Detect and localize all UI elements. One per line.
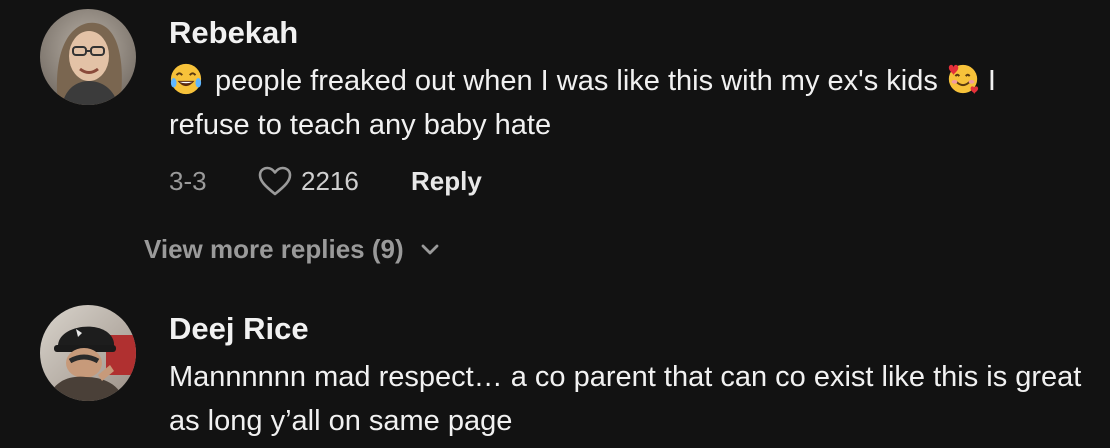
view-more-replies-button[interactable]: View more replies (9) [144, 234, 440, 265]
reply-button[interactable]: Reply [411, 166, 482, 197]
smiling-face-with-hearts-emoji [948, 64, 978, 95]
chevron-down-icon [421, 244, 439, 254]
comments-panel: Rebekah people freaked out when I was li… [0, 0, 1110, 448]
comment-meta: 3-3 2216 Reply [169, 163, 482, 199]
comment-item: Rebekah people freaked out when I was li… [0, 0, 1110, 264]
avatar[interactable] [40, 305, 136, 401]
comment-date: 3-3 [169, 165, 207, 196]
like-button[interactable]: 2216 [257, 165, 411, 197]
comment-text-part-1: people freaked out when I was like this … [215, 65, 938, 97]
comment-username[interactable]: Deej Rice [169, 311, 309, 347]
like-count: 2216 [301, 165, 359, 196]
comment-item: Deej Rice Mannnnnn mad respect… a co par… [0, 300, 1110, 448]
avatar-image [40, 9, 136, 105]
heart-outline-icon [258, 166, 292, 196]
comment-text: people freaked out when I was like this … [169, 59, 1084, 147]
comment-username[interactable]: Rebekah [169, 15, 298, 51]
face-with-tears-of-joy-emoji [170, 63, 202, 95]
view-more-replies-label: View more replies (9) [144, 234, 404, 264]
avatar-image [40, 305, 136, 401]
avatar[interactable] [40, 9, 136, 105]
comment-text: Mannnnnn mad respect… a co parent that c… [169, 361, 1082, 437]
